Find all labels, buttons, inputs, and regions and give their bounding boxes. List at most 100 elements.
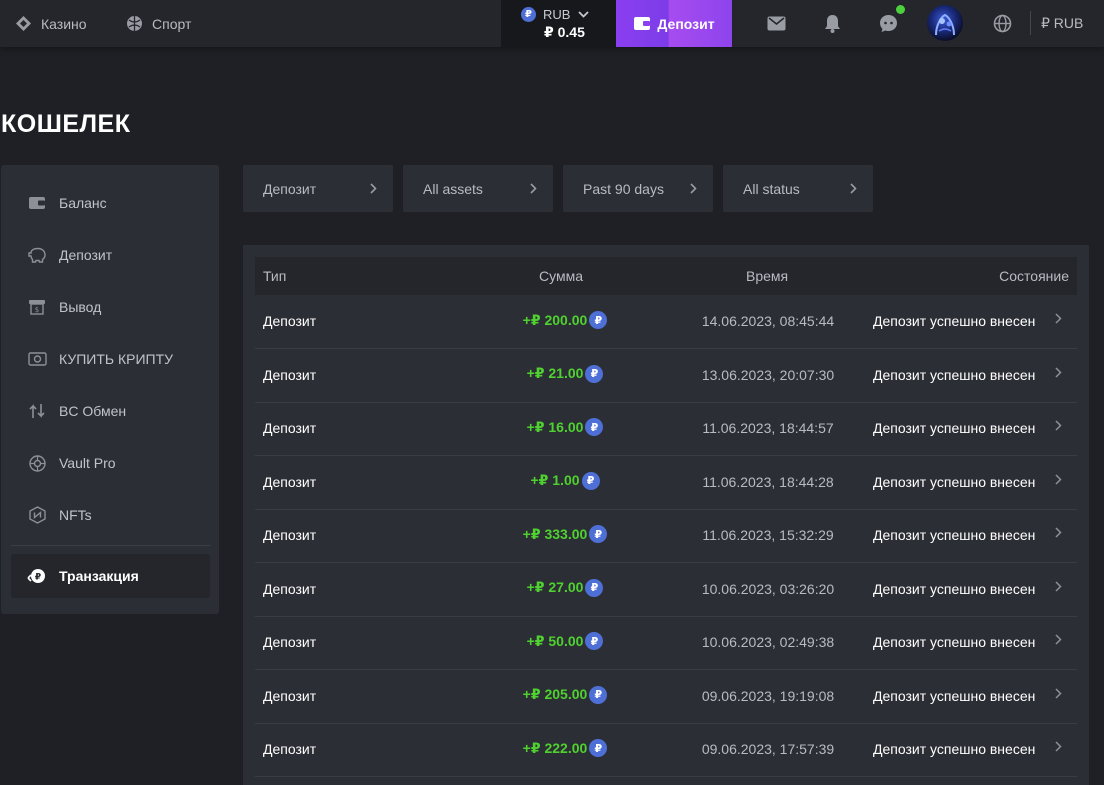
chevron-right-icon [1055, 473, 1062, 485]
notifications-button[interactable] [822, 13, 842, 33]
sidebar-item-label: КУПИТЬ КРИПТУ [59, 351, 174, 367]
wallet-icon [29, 197, 45, 209]
nav-casino[interactable]: Казино [15, 0, 87, 47]
header-amount: Сумма [539, 268, 583, 284]
row-time: 14.06.2023, 08:45:44 [701, 313, 835, 329]
avatar[interactable] [927, 5, 963, 41]
row-type: Депозит [263, 473, 317, 490]
casino-icon [16, 16, 31, 31]
language-button[interactable] [992, 13, 1012, 33]
chat-button[interactable] [878, 13, 898, 33]
row-status: Депозит успешно внесен [873, 366, 1036, 383]
chevron-right-icon [1055, 580, 1062, 592]
chevron-right-icon [1055, 313, 1062, 324]
ruble-coin-icon: ₽ [589, 739, 608, 757]
filter-label: All assets [423, 180, 483, 197]
ruble-coin-icon: ₽ [589, 311, 608, 329]
deposit-button[interactable]: Депозит [616, 0, 732, 47]
filter-type[interactable]: Депозит [243, 165, 393, 212]
buy-crypto-icon [27, 352, 47, 366]
ruble-coin-icon: ₽ [585, 632, 604, 650]
currency-selector[interactable]: ₽ RUB [1041, 0, 1083, 47]
row-time: 13.06.2023, 20:07:30 [701, 366, 835, 383]
balance-amount: ₽ 0.45 [544, 24, 585, 40]
row-status: Депозит успешно внесен [873, 473, 1036, 490]
chevron-right-icon [1055, 366, 1062, 378]
row-time: 11.06.2023, 18:44:28 [702, 473, 834, 490]
ruble-coin-icon: ₽ [585, 418, 604, 436]
row-amount-value: +₽ 222.00 [522, 739, 588, 756]
chevron-right-icon [1055, 741, 1062, 752]
row-status: Депозит успешно внесен [873, 634, 1036, 650]
table-row[interactable]: Депозит +₽ 50.00 ₽10.06.2023, 02:49:38 Депо… [255, 616, 1077, 670]
sidebar-item-nfts[interactable]: NFTs [11, 493, 210, 537]
row-type: Депозит [263, 580, 317, 597]
filter-status[interactable]: All status [723, 165, 873, 212]
balance-selector[interactable]: ₽ RUB ₽ 0.45 [501, 0, 616, 47]
transaction-icon: ₽ [27, 569, 45, 583]
filter-assets[interactable]: All assets [403, 165, 553, 212]
row-type: Депозит [263, 741, 317, 757]
globe-icon [993, 14, 1011, 32]
vault-icon [28, 454, 46, 472]
wallet-sidebar: Баланс Депозит $ Вывод КУПИТЬ КРИПТУ BC … [1, 165, 219, 614]
ruble-coin-icon: ₽ [585, 364, 604, 383]
online-indicator [896, 5, 905, 14]
sidebar-item-buy-crypto[interactable]: КУПИТЬ КРИПТУ [11, 337, 210, 381]
sidebar-item-exchange[interactable]: BC Обмен [11, 389, 210, 433]
table-header: Тип Сумма Время Состояние [255, 257, 1077, 295]
withdraw-icon: $ [29, 300, 45, 315]
sport-icon [127, 16, 142, 31]
mail-button[interactable] [766, 13, 786, 33]
nav-sport-label: Спорт [152, 15, 192, 32]
transactions-panel: Тип Сумма Время Состояние Депозит +₽ 200.… [243, 245, 1089, 785]
avatar-image [935, 13, 955, 36]
table-row[interactable]: Депозит +₽ 21.00 ₽13.06.2023, 20:07:30 Депо… [255, 349, 1077, 403]
header-status: Состояние [999, 268, 1069, 284]
sidebar-item-label: NFTs [59, 507, 92, 523]
chat-icon [879, 14, 897, 32]
sidebar-item-label: Депозит [59, 247, 113, 263]
chevron-right-icon [530, 183, 537, 194]
table-row[interactable]: Депозит +₽ 222.00 ₽09.06.2023, 17:57:39 Деп… [255, 723, 1077, 777]
row-status: Депозит успешно внесен [873, 741, 1036, 757]
svg-text:₽: ₽ [35, 573, 41, 583]
sidebar-item-label: Баланс [59, 195, 107, 211]
sidebar-item-transactions[interactable]: ₽ Транзакция [11, 554, 210, 598]
table-row[interactable]: Депозит +₽ 1.00 ₽11.06.2023, 18:44:28 Депоз… [255, 456, 1077, 510]
table-row[interactable]: Депозит +₽ 200.00 ₽14.06.2023, 08:45:44 Деп… [255, 295, 1077, 349]
sidebar-item-balance[interactable]: Баланс [11, 181, 210, 225]
row-amount: +₽ 200.00 ₽ [455, 311, 675, 329]
table-row[interactable]: Депозит +₽ 27.00 ₽10.06.2023, 03:26:20 Депо… [255, 563, 1077, 617]
row-type: Депозит [263, 313, 317, 329]
table-row[interactable]: Депозит +₽ 16.00 ₽11.06.2023, 18:44:57 Депо… [255, 402, 1077, 456]
row-amount-value: +₽ 205.00 [522, 686, 588, 702]
row-amount: +₽ 16.00 ₽ [455, 418, 675, 436]
row-type: Депозит [263, 687, 317, 704]
chevron-right-icon [850, 183, 857, 194]
row-amount-value: +₽ 21.00 [526, 365, 584, 381]
row-time: 11.06.2023, 18:44:57 [702, 420, 834, 436]
sidebar-item-deposit[interactable]: Депозит [11, 233, 210, 277]
row-amount-value: +₽ 333.00 [522, 525, 588, 542]
nav-sport[interactable]: Спорт [126, 0, 191, 47]
row-amount: +₽ 21.00 ₽ [455, 364, 675, 383]
mail-icon [767, 16, 785, 30]
row-type: Депозит [263, 634, 317, 650]
filter-period[interactable]: Past 90 days [563, 165, 713, 212]
sidebar-item-withdraw[interactable]: $ Вывод [11, 285, 210, 329]
row-amount: +₽ 333.00 ₽ [455, 525, 675, 543]
header-time: Время [746, 268, 789, 284]
row-type: Депозит [263, 527, 317, 543]
row-type: Депозит [263, 366, 317, 383]
row-time: 09.06.2023, 17:57:39 [701, 741, 835, 757]
row-status: Депозит успешно внесен [873, 580, 1036, 597]
sidebar-item-vault-pro[interactable]: Vault Pro [11, 441, 210, 485]
table-row[interactable]: Депозит +₽ 205.00 ₽09.06.2023, 19:19:08 Деп… [255, 670, 1077, 724]
row-status: Депозит успешно внесен [873, 420, 1036, 436]
table-row[interactable]: Депозит +₽ 333.00 ₽11.06.2023, 15:32:29 Деп… [255, 509, 1077, 563]
svg-text:$: $ [35, 306, 39, 314]
sidebar-item-label: Vault Pro [59, 455, 116, 471]
sidebar-item-label: BC Обмен [59, 403, 127, 419]
filter-label: All status [743, 180, 800, 197]
